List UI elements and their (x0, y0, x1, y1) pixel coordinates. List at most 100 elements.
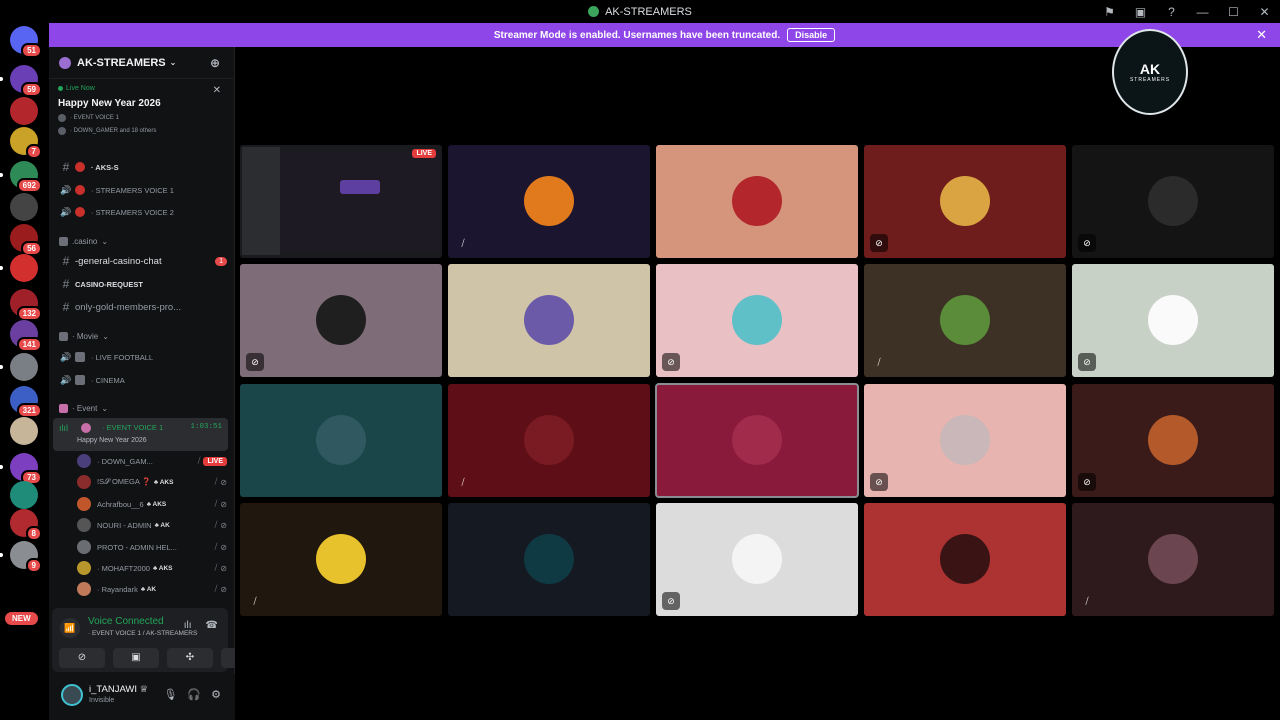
video-tile[interactable]: ⊘ (1072, 384, 1274, 497)
inbox-icon[interactable]: ⚑ (1094, 5, 1125, 19)
server-icon[interactable]: 51 (10, 26, 42, 58)
guild-header[interactable]: AK-STREAMERS ⌄ ⊕ (49, 47, 234, 79)
voice-member[interactable]: Achrafbou__6 ♣ AKS ⧸ ⊘ (77, 494, 227, 514)
voice-member[interactable]: · DOWN_GAM... ⧸ LIVE (77, 451, 227, 471)
channel-name: · EVENT VOICE 1 (102, 423, 164, 432)
avatar[interactable] (61, 684, 83, 706)
category-icon (59, 332, 68, 341)
member-status-icons: ⧸ ⊘ (215, 563, 227, 573)
video-tile[interactable]: ⊘ (656, 264, 858, 377)
video-tile[interactable]: ⧸ (1072, 503, 1274, 616)
channel-event-subtitle: Happy New Year 2026 (77, 437, 147, 444)
close-window-icon[interactable]: ✕ (1249, 5, 1280, 19)
username[interactable]: i_TANJAWI ♕ (89, 684, 148, 695)
voice-channel-path: · EVENT VOICE 1 / AK-STREAMERS (88, 630, 198, 637)
server-icon[interactable]: 59 (0, 65, 42, 97)
video-tile[interactable]: ⊘ (240, 264, 442, 377)
member-name: PROTO - ADMIN HEL... (97, 542, 177, 552)
video-tile[interactable]: ⊘ (1072, 264, 1274, 377)
server-icon[interactable]: 7 (10, 127, 42, 159)
channel-streamers-voice-1[interactable]: 🔊 · STREAMERS VOICE 1 (49, 180, 235, 200)
deafened-icon: ⊘ (662, 592, 680, 610)
voice-member[interactable]: PROTO - ADMIN HEL... ⧸ ⊘ (77, 537, 227, 557)
disconnect-icon[interactable]: ☎ (206, 620, 218, 631)
video-tile[interactable] (448, 264, 650, 377)
voice-member[interactable]: !S𝓢 OMEGA ❓ ♣ AKS ⧸ ⊘ (77, 472, 227, 492)
server-icon[interactable] (10, 97, 38, 125)
disable-button[interactable]: Disable (787, 28, 836, 42)
video-tile[interactable] (448, 503, 650, 616)
category-event[interactable]: · Event ⌄ (59, 404, 108, 413)
unread-badge: 8 (25, 526, 42, 541)
unread-badge: 7 (25, 144, 42, 159)
camera-off-button[interactable]: ⊘ (59, 648, 105, 668)
server-icon[interactable] (10, 481, 38, 509)
member-name: · DOWN_GAM... (97, 456, 153, 466)
server-icon[interactable]: 141 (10, 320, 42, 352)
voice-connected-label[interactable]: Voice Connected (88, 616, 164, 627)
video-tile[interactable]: ⊘ (656, 503, 858, 616)
gear-icon[interactable]: ⚙ (211, 688, 221, 701)
event-channel-text: · EVENT VOICE 1 (70, 115, 119, 121)
microphone-icon[interactable]: 🎙 (163, 688, 177, 701)
channel-emoji-icon (81, 423, 91, 433)
screen-preview (280, 152, 440, 252)
signal-icon[interactable]: 📶 (60, 618, 80, 638)
avatar (524, 534, 574, 584)
channel-streamers-voice-2[interactable]: 🔊 · STREAMERS VOICE 2 (49, 202, 235, 222)
live-event-card[interactable]: Live Now ✕ Happy New Year 2026 · EVENT V… (49, 79, 234, 141)
video-tile[interactable]: ⧸ (448, 384, 650, 497)
channel-casino-request[interactable]: # CASINO-REQUEST (49, 274, 235, 294)
deafened-icon: ⊘ (870, 234, 888, 252)
maximize-icon[interactable]: ☐ (1218, 5, 1249, 19)
video-tile[interactable]: ⧸ (448, 145, 650, 258)
channel-general-casino-chat[interactable]: # -general-casino-chat 1 (49, 251, 235, 271)
server-icon[interactable] (0, 254, 38, 282)
video-tile[interactable] (656, 145, 858, 258)
minimize-icon[interactable]: — (1187, 5, 1218, 19)
category-movie[interactable]: · Movie ⌄ (59, 332, 109, 341)
server-icon[interactable] (10, 193, 38, 221)
video-tile[interactable] (240, 384, 442, 497)
voice-member[interactable]: · Rayandark ♣ AK ⧸ ⊘ (77, 579, 227, 599)
video-tile[interactable] (864, 503, 1066, 616)
speaker-icon: 🔊 (60, 184, 72, 195)
server-icon[interactable]: 56 (10, 224, 42, 256)
headphones-icon[interactable]: 🎧 (187, 688, 201, 701)
server-icon[interactable]: 692 (0, 161, 42, 193)
channel-live-football[interactable]: 🔊 · LIVE FOOTBALL (49, 347, 235, 367)
server-icon[interactable]: 321 (10, 386, 42, 418)
voice-member[interactable]: · MOHAFT2000 ♣ AKS ⧸ ⊘ (77, 558, 227, 578)
unread-badge: 692 (16, 178, 42, 193)
video-tile[interactable]: ⊘ (1072, 145, 1274, 258)
video-tile[interactable]: ⧸ (240, 503, 442, 616)
muted-mic-icon: ⧸ (197, 456, 201, 465)
add-user-icon[interactable]: ⊕ (210, 56, 220, 70)
channel-aks-s[interactable]: # · AKS-S (49, 157, 235, 177)
noise-suppression-icon[interactable]: ılı (184, 620, 192, 631)
server-icon[interactable]: 73 (0, 453, 42, 485)
category-casino[interactable]: .casino ⌄ (59, 237, 108, 246)
server-icon[interactable]: 9 (0, 541, 42, 573)
help-icon[interactable]: ? (1156, 5, 1187, 19)
server-icon[interactable] (10, 417, 38, 445)
video-tile[interactable]: ⊘ (864, 384, 1066, 497)
deafened-icon: ⊘ (220, 520, 227, 530)
video-tile[interactable]: ⊘ (864, 145, 1066, 258)
channel-only-gold-members[interactable]: # only-gold-members-pro... (49, 297, 235, 317)
screen-share-tile[interactable]: LIVE (240, 145, 442, 258)
channel-cinema[interactable]: 🔊 · CINEMA (49, 370, 235, 390)
server-icon[interactable] (0, 353, 38, 381)
video-tile[interactable] (655, 383, 859, 498)
close-icon[interactable]: ✕ (213, 85, 221, 96)
server-icon[interactable]: 8 (10, 509, 42, 541)
screen-icon[interactable]: ▣ (1125, 5, 1156, 19)
video-tile[interactable]: ⧸ (864, 264, 1066, 377)
activities-button[interactable]: ✣ (167, 648, 213, 668)
close-icon[interactable]: ✕ (1256, 27, 1267, 43)
new-badge[interactable]: NEW (5, 612, 38, 625)
voice-member[interactable]: NOURI - ADMIN ♣ AK ⧸ ⊘ (77, 515, 227, 535)
channel-event-voice-1[interactable]: ılıl · EVENT VOICE 1 1:03:51 Happy New Y… (53, 418, 228, 451)
server-icon[interactable]: 132 (10, 289, 42, 321)
share-screen-button[interactable]: ▣ (113, 648, 159, 668)
